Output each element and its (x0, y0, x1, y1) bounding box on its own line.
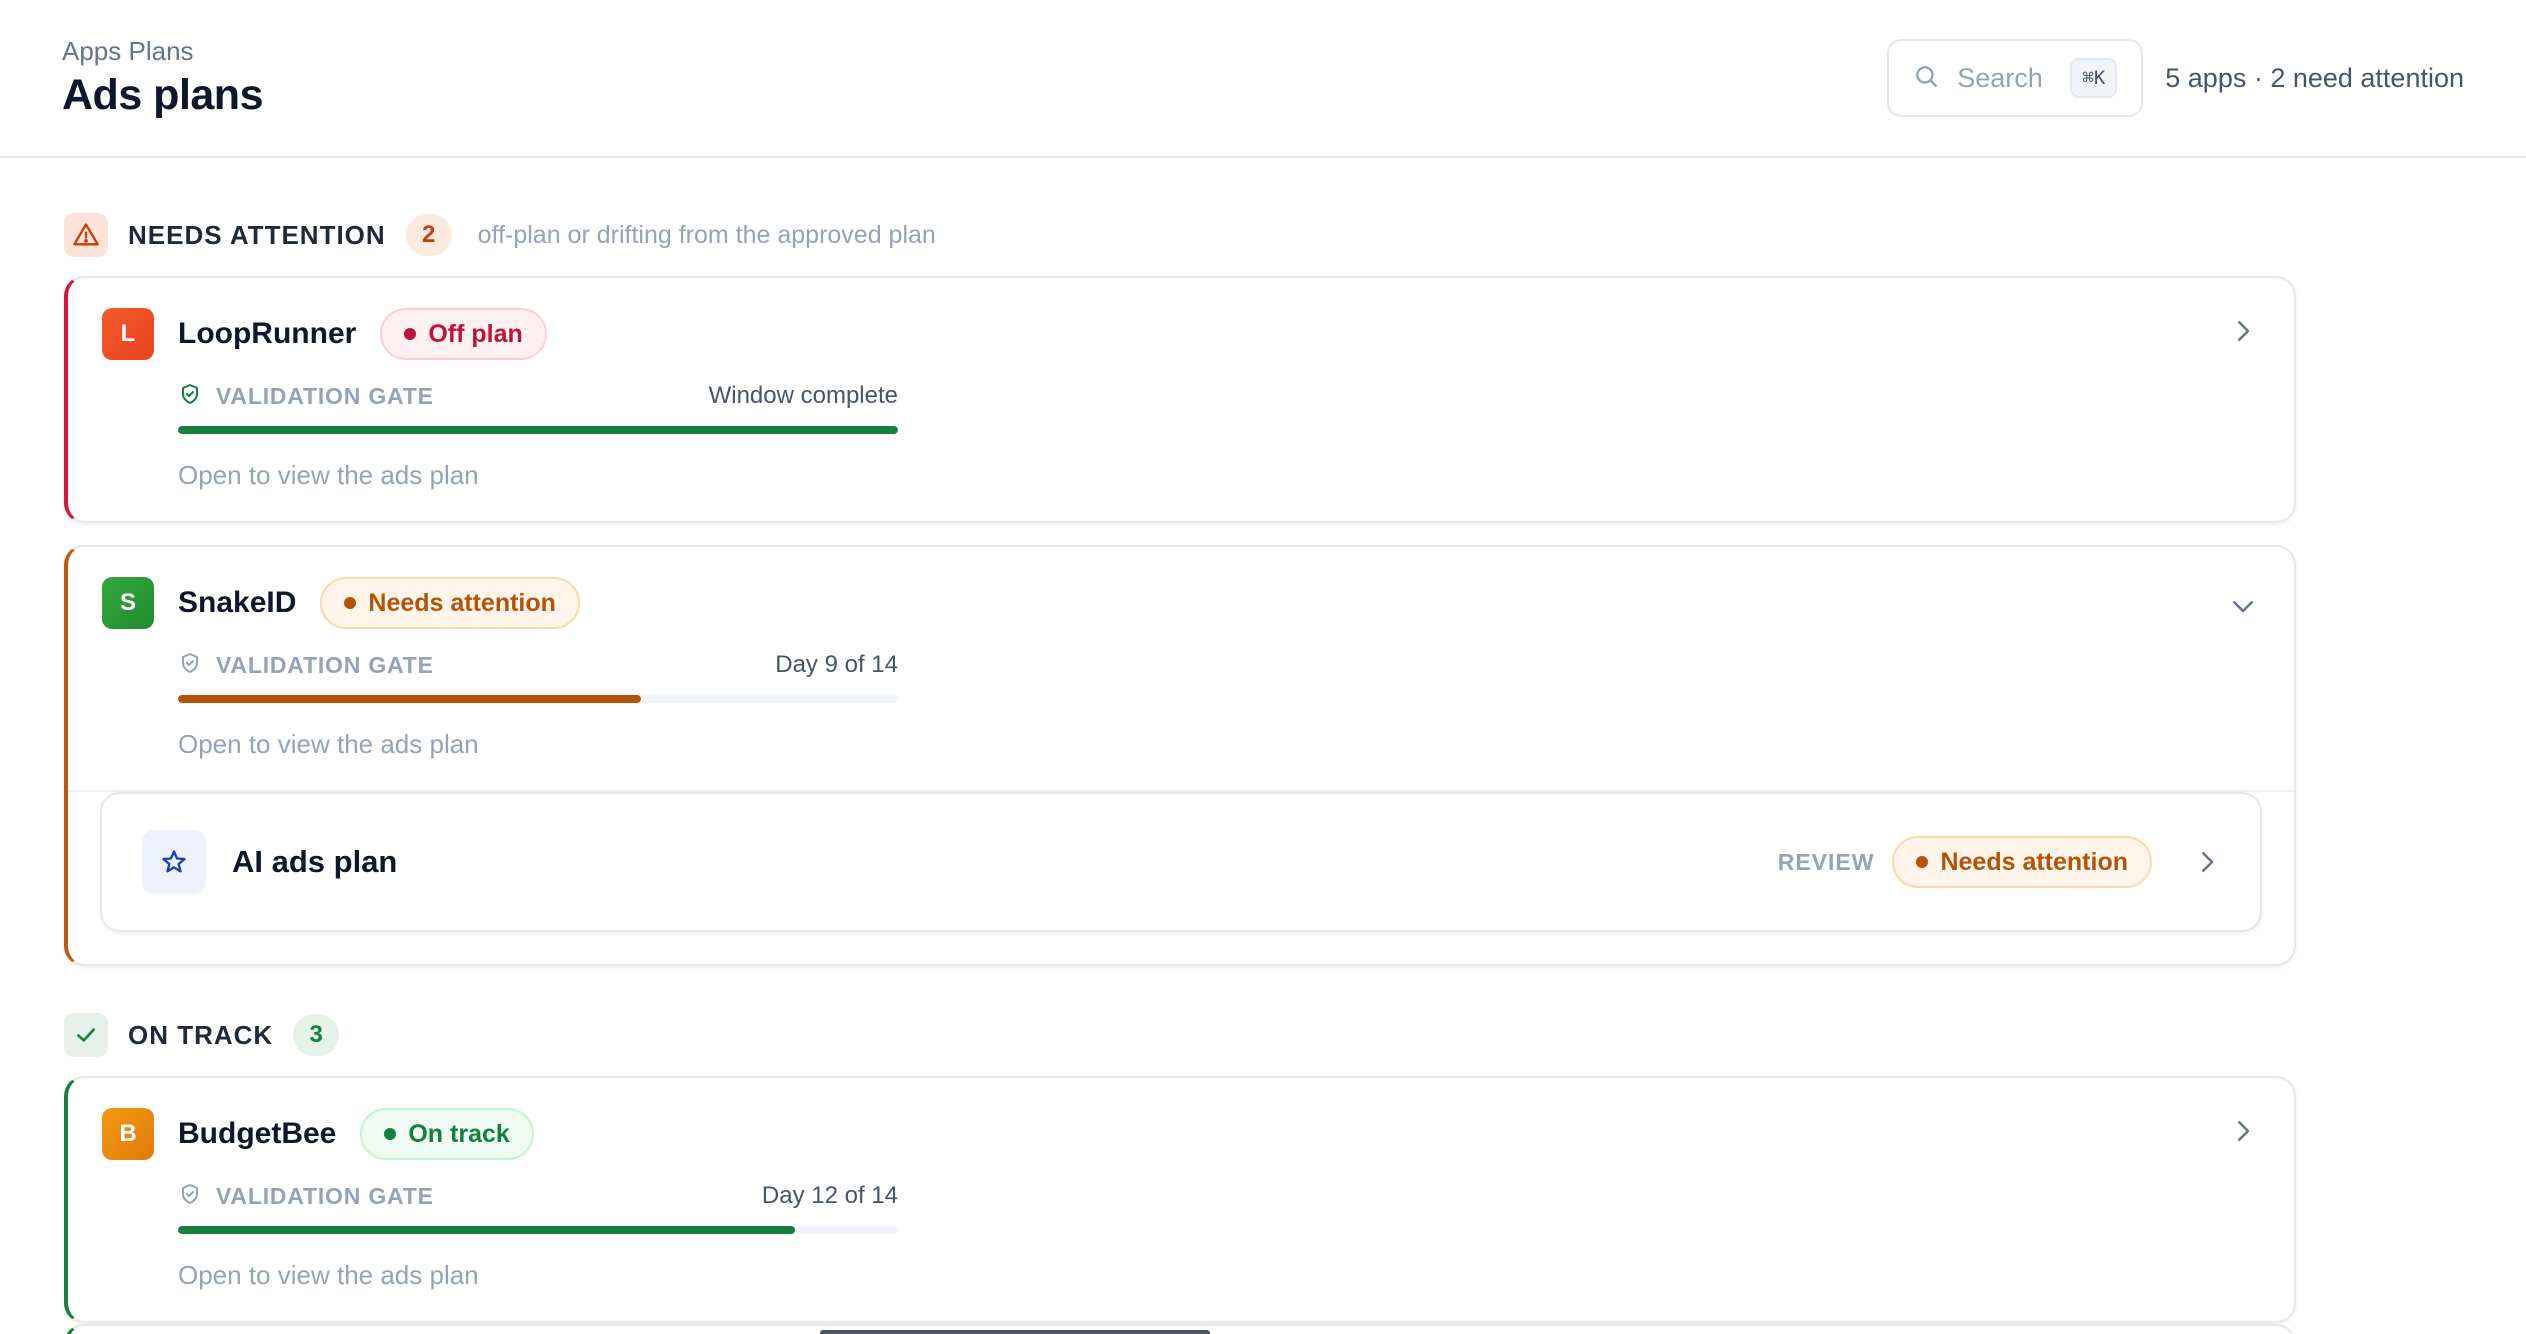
section-count: 2 (405, 214, 452, 256)
app-avatar: S (102, 577, 154, 629)
status-dot (384, 1128, 397, 1140)
shield-check-icon (178, 651, 202, 680)
page-title: Ads plans (62, 71, 264, 119)
open-hint: Open to view the ads plan (178, 729, 479, 759)
open-hint: Open to view the ads plan (178, 1260, 479, 1290)
app-card-body: L LoopRunner Off plan VALIDATION GATE Wi… (68, 278, 2294, 521)
gate-left: VALIDATION GATE (178, 651, 434, 680)
status-badge: On track (360, 1108, 534, 1160)
app-header-row: B BudgetBee On track (102, 1106, 2256, 1162)
status-label: Needs attention (368, 588, 556, 617)
gate-status: Day 12 of 14 (761, 1182, 898, 1209)
plan-stage: REVIEW (1777, 848, 1875, 875)
shield-check-icon (178, 382, 202, 411)
gate-label: VALIDATION GATE (216, 382, 434, 409)
open-hint: Open to view the ads plan (178, 460, 479, 490)
gate-progress-fill (178, 426, 898, 434)
top-bar: Apps Plans Ads plans Search ⌘K 5 apps · … (0, 0, 2526, 158)
section-header-on-track: ON TRACK 3 (64, 1010, 2296, 1060)
plan-row-ai-ads-plan[interactable]: AI ads plan REVIEW Needs attention (100, 792, 2262, 932)
app-card-body: S SnakeID Needs attention VALIDATION GAT (68, 547, 2294, 790)
app-card-body: B BudgetBee On track VALIDATION GATE Day… (68, 1078, 2294, 1321)
shield-check-icon (178, 1182, 202, 1211)
chevron-right-icon[interactable] (2192, 847, 2222, 877)
plans-list: AI ads plan REVIEW Needs attention (68, 792, 2294, 964)
status-label: On track (408, 1119, 510, 1148)
status-dot (404, 328, 417, 340)
search-icon (1913, 63, 1939, 94)
gate-label: VALIDATION GATE (216, 651, 434, 678)
app-avatar: B (102, 1108, 154, 1160)
search-shortcut-hint: ⌘K (2070, 58, 2118, 98)
plan-status-label: Needs attention (1940, 847, 2128, 876)
gate-row: VALIDATION GATE Day 9 of 14 (178, 647, 898, 683)
plan-status-badge: Needs attention (1892, 836, 2152, 888)
apps-summary: 5 apps · 2 need attention (2165, 62, 2464, 93)
app-card-snakeid[interactable]: S SnakeID Needs attention VALIDATION GAT (64, 545, 2296, 966)
status-badge: Needs attention (320, 577, 580, 629)
section-label: ON TRACK (128, 1019, 274, 1050)
app-card-looprunner[interactable]: L LoopRunner Off plan VALIDATION GATE Wi… (64, 276, 2296, 523)
search-input[interactable]: Search (1957, 63, 2052, 94)
status-dot (1916, 856, 1929, 868)
validation-gate: VALIDATION GATE Day 9 of 14 (178, 647, 898, 703)
chevron-down-icon[interactable] (2228, 591, 2258, 621)
app-name: SnakeID (178, 586, 297, 619)
gate-label: VALIDATION GATE (216, 1182, 434, 1209)
status-label: Off plan (428, 319, 523, 348)
chevron-right-icon[interactable] (2228, 1116, 2258, 1146)
validation-gate: VALIDATION GATE Window complete (178, 378, 898, 434)
breadcrumb[interactable]: Apps Plans (62, 36, 263, 67)
section-count: 3 (293, 1014, 340, 1056)
gate-progress-bar (178, 1226, 898, 1234)
status-dot (344, 597, 357, 609)
gate-progress-bar (178, 695, 898, 703)
section-header-needs-attention: NEEDS ATTENTION 2 off-plan or drifting f… (64, 210, 2296, 260)
app-name: BudgetBee (178, 1117, 337, 1150)
section-description: off-plan or drifting from the approved p… (477, 220, 936, 249)
warning-icon (64, 213, 108, 257)
section-label: NEEDS ATTENTION (128, 219, 386, 250)
app-name: LoopRunner (178, 317, 357, 350)
gate-progress-bar (178, 426, 898, 434)
ads-plans-page: Apps Plans Ads plans Search ⌘K 5 apps · … (0, 0, 2526, 1334)
main-content: NEEDS ATTENTION 2 off-plan or drifting f… (0, 158, 2360, 1323)
check-icon (64, 1013, 108, 1057)
horizontal-scrollbar[interactable] (820, 1330, 1210, 1334)
search-box[interactable]: Search ⌘K (1887, 39, 2144, 117)
gate-left: VALIDATION GATE (178, 1182, 434, 1211)
validation-gate: VALIDATION GATE Day 12 of 14 (178, 1178, 898, 1234)
status-badge: Off plan (380, 308, 547, 360)
title-block: Apps Plans Ads plans (62, 36, 264, 120)
chevron-right-icon[interactable] (2228, 316, 2258, 346)
app-avatar: L (102, 308, 154, 360)
plan-title: AI ads plan (232, 844, 398, 879)
star-icon (142, 830, 206, 894)
gate-status: Day 9 of 14 (775, 651, 898, 678)
gate-row: VALIDATION GATE Window complete (178, 378, 898, 414)
app-header-row: L LoopRunner Off plan (102, 306, 2256, 362)
header-right: Search ⌘K 5 apps · 2 need attention (1887, 39, 2464, 117)
gate-left: VALIDATION GATE (178, 382, 434, 411)
app-card-budgetbee[interactable]: B BudgetBee On track VALIDATION GATE Day… (64, 1076, 2296, 1323)
gate-progress-fill (178, 1226, 796, 1234)
gate-row: VALIDATION GATE Day 12 of 14 (178, 1178, 898, 1214)
gate-progress-fill (178, 695, 641, 703)
app-header-row: S SnakeID Needs attention (102, 575, 2256, 631)
gate-status: Window complete (708, 382, 898, 409)
